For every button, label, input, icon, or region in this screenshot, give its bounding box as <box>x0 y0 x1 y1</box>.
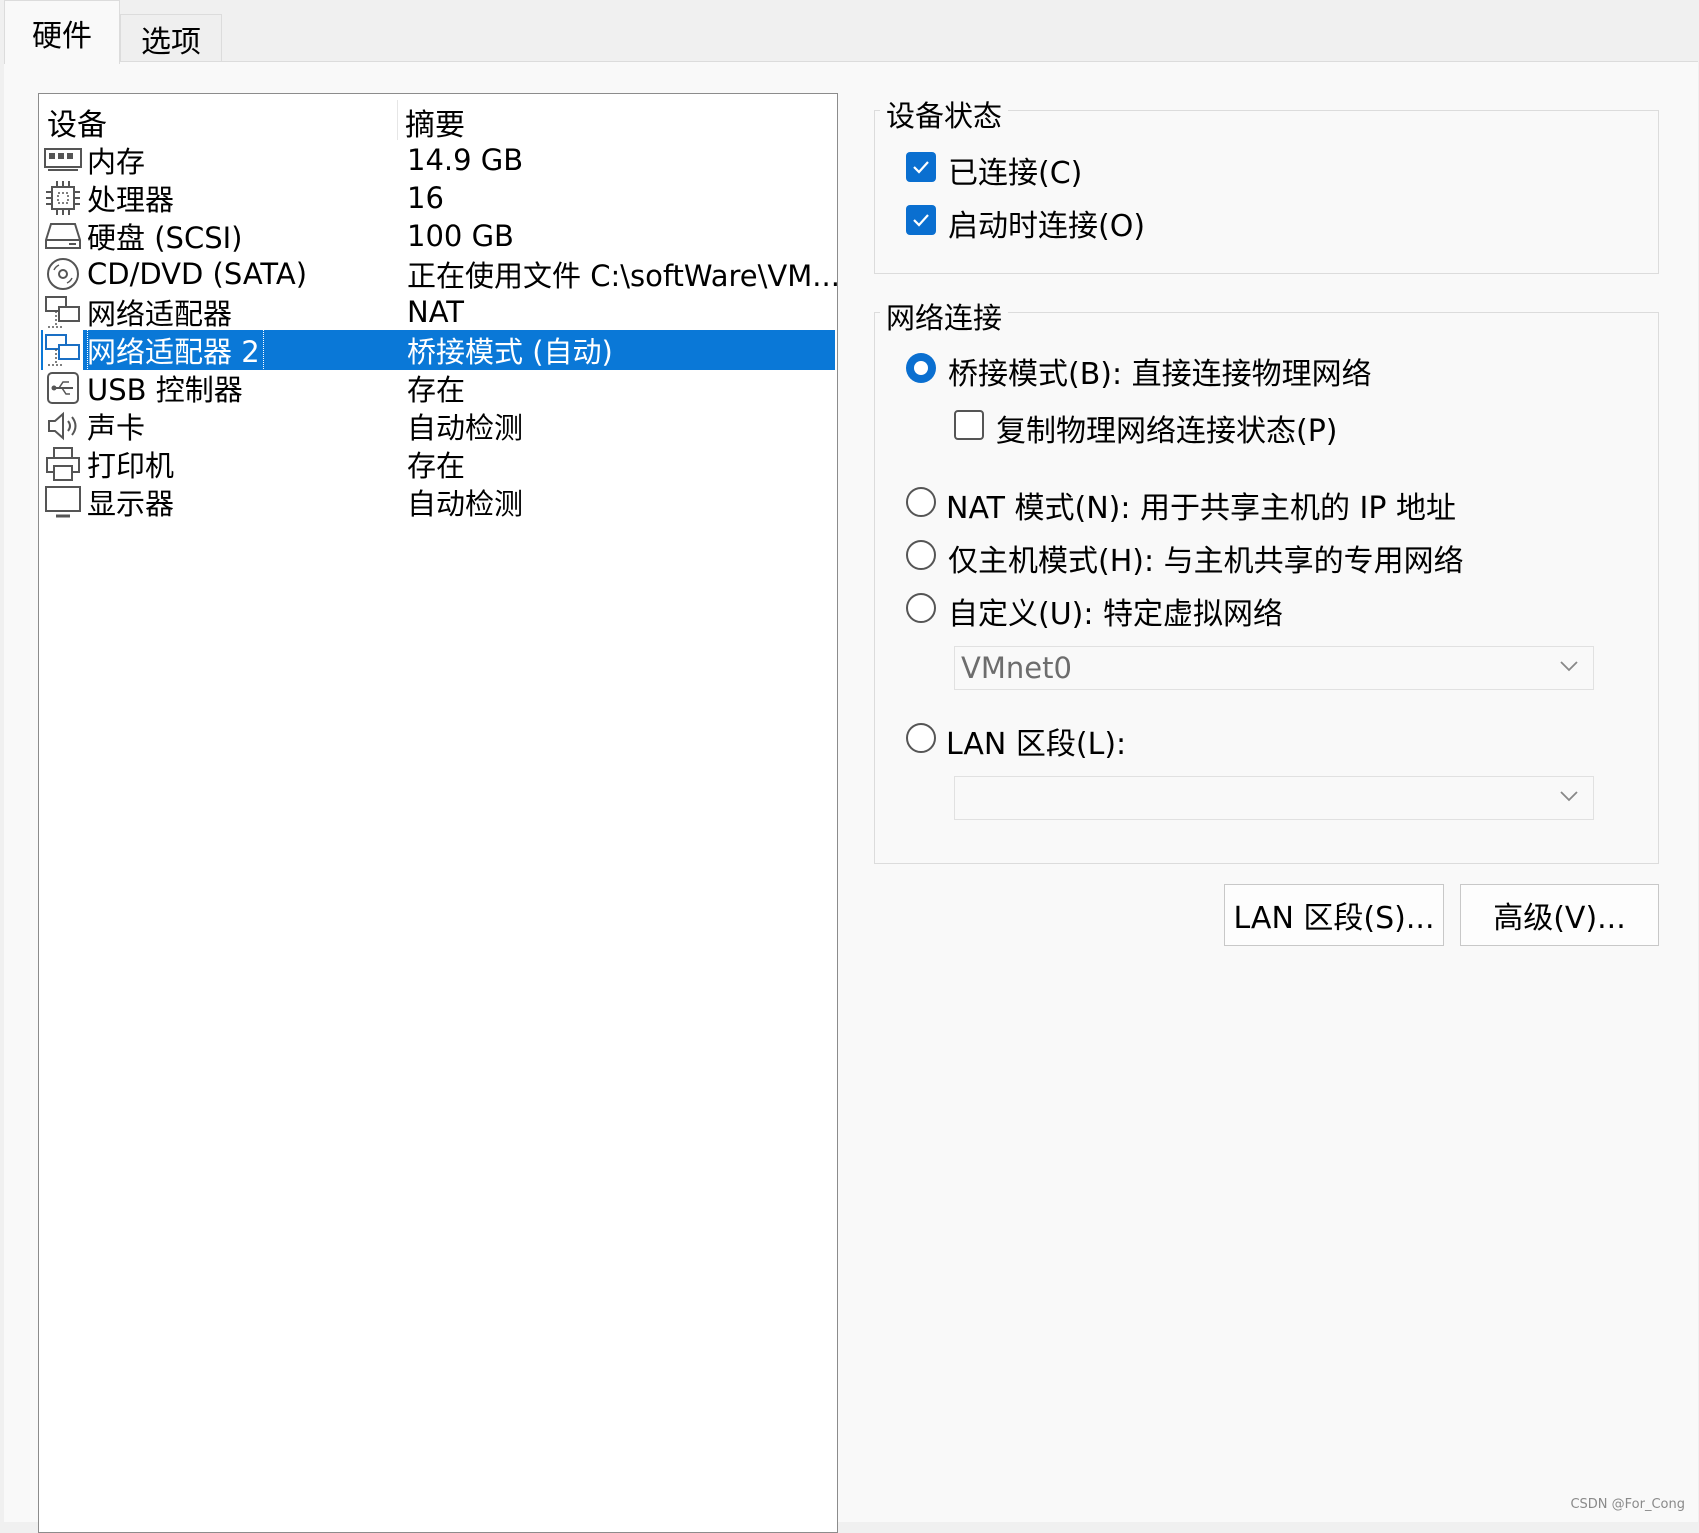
device-row-memory[interactable]: 内存 14.9 GB <box>41 140 835 180</box>
nat-radio[interactable] <box>906 487 936 517</box>
device-summary: 自动检测 <box>407 487 524 521</box>
connect-at-power-on-label[interactable]: 启动时连接(O) <box>948 201 1145 245</box>
custom-label[interactable]: 自定义(U): 特定虚拟网络 <box>948 589 1283 633</box>
device-summary: 桥接模式 (自动) <box>407 335 613 369</box>
column-separator[interactable] <box>397 100 398 140</box>
device-row-processor[interactable]: 处理器 16 <box>41 178 835 218</box>
speaker-icon <box>43 406 83 446</box>
device-summary: 14.9 GB <box>407 143 524 177</box>
connected-checkbox[interactable] <box>906 152 936 182</box>
custom-network-dropdown[interactable]: VMnet0 <box>954 646 1594 690</box>
column-header-device[interactable]: 设备 <box>47 100 107 144</box>
device-name: 声卡 <box>87 411 146 445</box>
device-summary: 100 GB <box>407 219 514 253</box>
device-name: 硬盘 (SCSI) <box>87 221 243 255</box>
device-summary: NAT <box>407 295 464 329</box>
tab-options-label: 选项 <box>141 24 201 60</box>
device-name: USB 控制器 <box>87 373 243 407</box>
device-summary: 存在 <box>407 373 466 407</box>
advanced-button[interactable]: 高级(V)... <box>1460 884 1659 946</box>
connected-label[interactable]: 已连接(C) <box>948 148 1082 192</box>
device-name: 网络适配器 <box>87 297 233 331</box>
custom-network-value: VMnet0 <box>961 651 1072 685</box>
device-row-sound-card[interactable]: 声卡 自动检测 <box>41 406 835 446</box>
watermark: CSDN @For_Cong <box>1570 1497 1685 1512</box>
bridged-radio[interactable] <box>906 353 936 383</box>
chevron-down-icon <box>1560 661 1578 672</box>
tab-options[interactable]: 选项 <box>120 14 222 62</box>
device-summary: 存在 <box>407 449 466 483</box>
network-connection-title: 网络连接 <box>880 295 1009 337</box>
lan-segment-dropdown[interactable] <box>954 776 1594 820</box>
host-only-radio[interactable] <box>906 540 936 570</box>
device-name: 处理器 <box>87 183 175 217</box>
host-only-label[interactable]: 仅主机模式(H): 与主机共享的专用网络 <box>948 536 1464 580</box>
device-name: 打印机 <box>87 449 175 483</box>
connect-at-power-on-checkbox[interactable] <box>906 205 936 235</box>
device-row-harddisk[interactable]: 硬盘 (SCSI) 100 GB <box>41 216 835 256</box>
device-row-printer[interactable]: 打印机 存在 <box>41 444 835 484</box>
column-header-summary[interactable]: 摘要 <box>405 100 465 144</box>
checkmark-icon <box>913 214 929 227</box>
lan-segment-label[interactable]: LAN 区段(L): <box>946 719 1126 763</box>
lan-segments-button[interactable]: LAN 区段(S)... <box>1224 884 1444 946</box>
device-status-title: 设备状态 <box>880 93 1009 135</box>
printer-icon <box>43 444 83 484</box>
device-row-network-adapter-2[interactable]: 网络适配器 2 桥接模式 (自动) <box>41 329 835 371</box>
device-name: 网络适配器 2 <box>87 329 264 371</box>
device-name: 内存 <box>87 145 146 179</box>
tab-hardware[interactable]: 硬件 <box>4 0 120 64</box>
device-name: CD/DVD (SATA) <box>87 257 308 291</box>
device-name: 显示器 <box>87 487 175 521</box>
tab-hardware-label: 硬件 <box>32 18 92 54</box>
device-row-usb[interactable]: USB 控制器 存在 <box>41 368 835 408</box>
chevron-down-icon <box>1560 791 1578 802</box>
nat-label[interactable]: NAT 模式(N): 用于共享主机的 IP 地址 <box>946 483 1456 527</box>
custom-radio[interactable] <box>906 593 936 623</box>
bridged-label[interactable]: 桥接模式(B): 直接连接物理网络 <box>948 349 1372 393</box>
cd-dvd-icon <box>43 254 83 294</box>
replicate-state-label[interactable]: 复制物理网络连接状态(P) <box>996 406 1338 450</box>
usb-icon <box>43 368 83 408</box>
cpu-icon <box>43 178 83 218</box>
device-list[interactable]: 设备 摘要 内存 14.9 GB 处理器 16 硬盘 (SCSI) 100 GB… <box>38 93 840 1533</box>
device-summary: 正在使用文件 C:\softWare\VM... <box>407 259 840 293</box>
replicate-state-checkbox[interactable] <box>954 410 984 440</box>
device-row-network-adapter[interactable]: 网络适配器 NAT <box>41 292 835 332</box>
device-summary: 16 <box>407 181 444 215</box>
device-row-cd-dvd[interactable]: CD/DVD (SATA) 正在使用文件 C:\softWare\VM... <box>41 254 840 294</box>
memory-icon <box>43 140 83 180</box>
device-row-display[interactable]: 显示器 自动检测 <box>41 482 835 522</box>
network-adapter-icon <box>43 330 83 370</box>
lan-segment-radio[interactable] <box>906 723 936 753</box>
harddisk-icon <box>43 216 83 256</box>
network-adapter-icon <box>43 292 83 332</box>
device-summary: 自动检测 <box>407 411 524 445</box>
checkmark-icon <box>913 161 929 174</box>
monitor-icon <box>43 482 83 522</box>
